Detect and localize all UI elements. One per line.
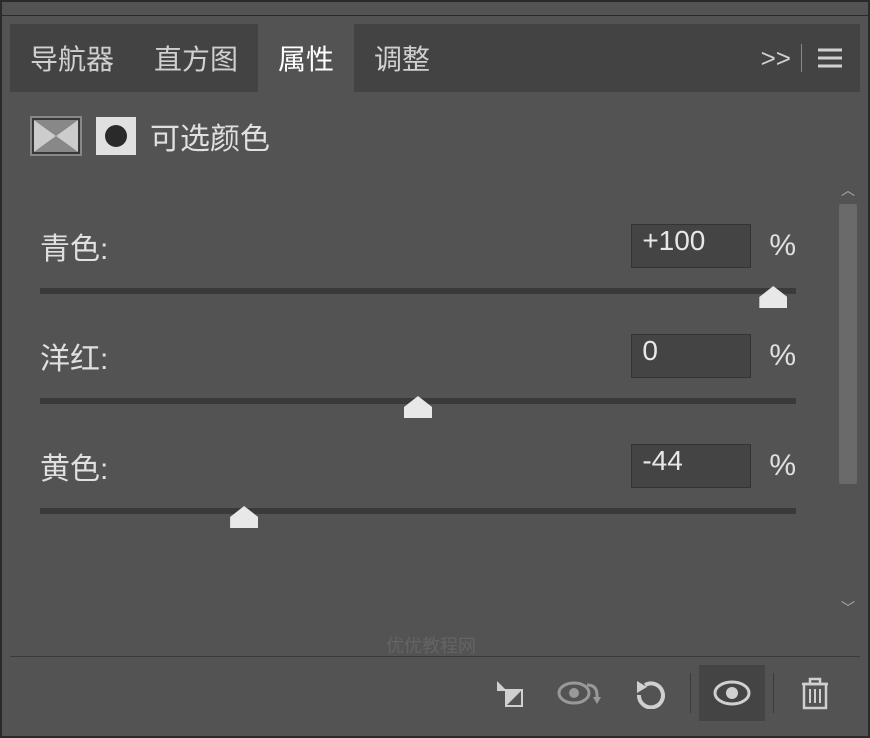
slider-cyan-header: 青色: +100 % [40, 224, 796, 268]
divider [773, 673, 774, 713]
slider-yellow-input[interactable]: -44 [631, 444, 751, 488]
slider-magenta-header: 洋红: 0 % [40, 334, 796, 378]
slider-yellow-track[interactable] [40, 508, 796, 514]
slider-yellow-handle[interactable] [230, 506, 258, 528]
slider-cyan-label: 青色: [40, 224, 108, 268]
reset-button[interactable] [616, 665, 682, 721]
expand-icon[interactable]: >> [761, 43, 791, 74]
slider-yellow: 黄色: -44 % [40, 444, 796, 514]
slider-cyan-handle[interactable] [759, 286, 787, 308]
delete-button[interactable] [782, 665, 848, 721]
slider-cyan-track[interactable] [40, 288, 796, 294]
slider-cyan-input[interactable]: +100 [631, 224, 751, 268]
visibility-button[interactable] [699, 665, 765, 721]
view-previous-button[interactable] [546, 665, 612, 721]
slider-magenta-track[interactable] [40, 398, 796, 404]
mask-dot [105, 125, 127, 147]
percent-label: % [769, 229, 796, 263]
tab-bar: 导航器 直方图 属性 调整 >> [10, 24, 860, 92]
scrollbar-thumb[interactable] [839, 204, 857, 484]
properties-panel: 导航器 直方图 属性 调整 >> [10, 24, 860, 728]
tab-navigator[interactable]: 导航器 [10, 24, 134, 92]
scrollbar[interactable]: ︿ ﹀ [836, 174, 860, 624]
tab-properties[interactable]: 属性 [258, 24, 354, 92]
panel-frame: 导航器 直方图 属性 调整 >> [0, 0, 870, 738]
sliders-container: 青色: +100 % 洋红: 0 [10, 174, 836, 514]
divider [690, 673, 691, 713]
panel-header: 可选颜色 [10, 92, 860, 174]
clip-to-layer-button[interactable] [476, 665, 542, 721]
content-area: 青色: +100 % 洋红: 0 [10, 174, 860, 624]
slider-magenta-input[interactable]: 0 [631, 334, 751, 378]
bottom-toolbar [10, 656, 860, 728]
slider-magenta-handle[interactable] [404, 396, 432, 418]
scroll-up-icon[interactable]: ︿ [841, 180, 855, 200]
adjustment-type-icon[interactable] [30, 116, 82, 156]
percent-label: % [769, 339, 796, 373]
slider-yellow-header: 黄色: -44 % [40, 444, 796, 488]
top-bar [2, 2, 868, 16]
watermark: 优优教程网 [386, 632, 476, 658]
panel-menu-icon[interactable] [812, 43, 848, 73]
slider-magenta-label: 洋红: [40, 334, 108, 378]
slider-magenta-value-group: 0 % [631, 334, 796, 378]
slider-cyan: 青色: +100 % [40, 224, 796, 294]
tab-histogram[interactable]: 直方图 [134, 24, 258, 92]
layer-mask-icon[interactable] [96, 117, 136, 155]
panel-title: 可选颜色 [150, 114, 270, 158]
tab-controls: >> [761, 43, 848, 74]
divider [801, 44, 802, 72]
slider-yellow-value-group: -44 % [631, 444, 796, 488]
tab-adjustments[interactable]: 调整 [354, 24, 450, 92]
slider-cyan-value-group: +100 % [631, 224, 796, 268]
slider-magenta: 洋红: 0 % [40, 334, 796, 404]
slider-yellow-label: 黄色: [40, 444, 108, 488]
percent-label: % [769, 449, 796, 483]
scroll-down-icon[interactable]: ﹀ [841, 598, 855, 618]
